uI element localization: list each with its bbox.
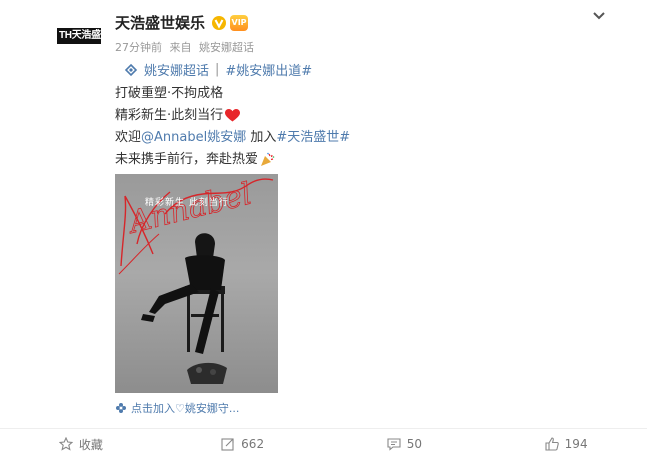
post-text-line-4-text: 未来携手前行，奔赴热爱	[115, 152, 259, 167]
post-text-line-2: 精彩新生·此刻当行	[115, 104, 241, 123]
post-meta: 27分钟前 来自 姚安娜超话	[115, 39, 258, 55]
weibo-post-card: TH天浩盛世 天浩盛世娱乐 VIP 27分钟前 来自 姚安娜超话 姚安娜超话 |…	[0, 0, 647, 470]
topic-separator: |	[215, 62, 220, 77]
repost-count: 662	[241, 437, 265, 451]
like-button[interactable]: 194	[485, 429, 647, 459]
supertopic-diamond-icon	[124, 63, 138, 76]
supertopic-link[interactable]: 姚安娜超话	[144, 60, 209, 79]
comment-count: 50	[406, 437, 423, 451]
mention-link[interactable]: @Annabel姚安娜	[141, 130, 246, 145]
post-text-line-4: 未来携手前行，奔赴热爱	[115, 148, 275, 167]
star-icon	[58, 437, 73, 451]
source-prefix: 来自	[169, 41, 192, 54]
post-image[interactable]: Annabel 精彩新生 此刻当行	[115, 174, 278, 393]
supertopic-join-link[interactable]: 点击加入♡姚安娜守...	[115, 400, 239, 416]
post-text-line-3: 欢迎@Annabel姚安娜 加入#天浩盛世#	[115, 126, 350, 145]
join-text: 加入	[246, 130, 277, 145]
name-row: 天浩盛世娱乐 VIP	[115, 12, 249, 33]
avatar-text: TH天浩盛世	[59, 30, 101, 41]
supertopic-join-text: 点击加入♡姚安娜守...	[131, 402, 240, 415]
comment-icon	[387, 438, 401, 451]
thumbs-up-icon	[545, 437, 559, 451]
welcome-text: 欢迎	[115, 130, 142, 145]
repost-icon	[221, 438, 234, 451]
photo-caption: 精彩新生 此刻当行	[145, 198, 229, 208]
party-popper-icon	[261, 152, 275, 166]
post-text-line-2-text: 精彩新生·此刻当行	[115, 108, 224, 123]
post-text-line-1: 打破重塑·不拘成格	[115, 86, 224, 101]
action-bar: 收藏 662 50 194	[0, 428, 647, 459]
flower-icon	[116, 403, 126, 413]
avatar[interactable]: TH天浩盛世	[57, 28, 101, 44]
hashtag-link-2[interactable]: #天浩盛世#	[276, 130, 350, 145]
verified-icon	[212, 15, 227, 30]
like-count: 194	[564, 437, 588, 451]
heart-icon	[225, 109, 241, 122]
hashtag-link[interactable]: #姚安娜出道#	[225, 60, 312, 79]
comment-button[interactable]: 50	[324, 429, 486, 459]
username[interactable]: 天浩盛世娱乐	[115, 12, 205, 33]
topic-line: 姚安娜超话 | #姚安娜出道#	[124, 60, 312, 79]
source-link[interactable]: 姚安娜超话	[199, 41, 254, 54]
favorite-button[interactable]: 收藏	[0, 429, 162, 459]
vip-badge-icon: VIP	[230, 14, 249, 31]
photo-script-lettering: Annabel	[123, 177, 255, 242]
repost-button[interactable]: 662	[162, 429, 324, 459]
chevron-down-icon[interactable]	[591, 10, 607, 22]
post-time[interactable]: 27分钟前	[115, 41, 162, 54]
favorite-label: 收藏	[78, 437, 103, 452]
